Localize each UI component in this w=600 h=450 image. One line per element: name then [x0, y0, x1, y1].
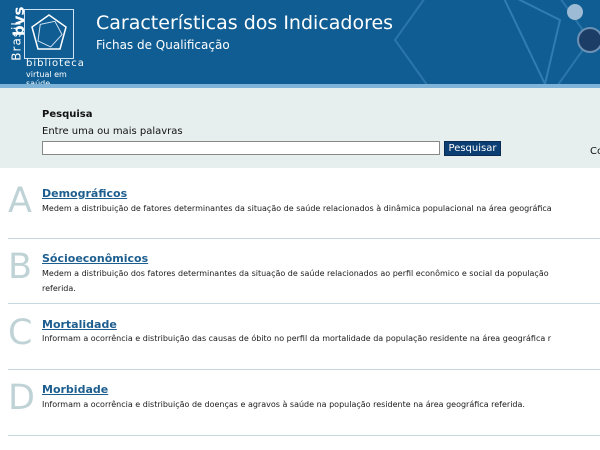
category-link-morbidade[interactable]: Morbidade [42, 383, 108, 396]
cut-off-link[interactable]: Co [590, 146, 600, 157]
category-link-socioeconomicos[interactable]: Sócioeconômicos [42, 252, 148, 265]
category-letter: B [8, 247, 33, 287]
category-link-demograficos[interactable]: Demográficos [42, 187, 127, 200]
category-description-continued: referida. [42, 284, 76, 293]
search-hint: Entre uma ou mais palavras [42, 126, 183, 137]
bvs-emblem [24, 9, 74, 59]
category-description: Medem a distribuição de fatores determin… [42, 204, 552, 213]
logo-acronym: bvs [10, 6, 28, 36]
divider [8, 303, 600, 304]
category-description: Informam a ocorrência e distribuição das… [42, 334, 552, 343]
page-subtitle: Fichas de Qualificação [96, 38, 230, 52]
logo-line2: virtual em saúde [26, 70, 67, 84]
logo-line1: biblioteca [26, 58, 85, 69]
category-link-mortalidade[interactable]: Mortalidade [42, 318, 117, 331]
search-input[interactable] [42, 141, 440, 155]
divider [8, 369, 600, 370]
search-title: Pesquisa [42, 109, 93, 120]
site-header: Brasil bvs biblioteca virtual em saúde C… [0, 0, 600, 84]
bvs-logo[interactable]: Brasil bvs biblioteca virtual em saúde [4, 6, 90, 84]
category-description: Informam a ocorrência e distribuição de … [42, 400, 525, 409]
category-letter: C [8, 313, 33, 353]
category-letter: D [8, 378, 35, 418]
search-button[interactable]: Pesquisar [444, 141, 501, 156]
divider [8, 238, 600, 239]
category-letter: A [8, 181, 32, 221]
bvs-star-icon [31, 14, 67, 50]
divider [8, 435, 600, 436]
page-title: Características dos Indicadores [96, 12, 394, 34]
category-description: Medem a distribuição dos fatores determi… [42, 269, 549, 278]
